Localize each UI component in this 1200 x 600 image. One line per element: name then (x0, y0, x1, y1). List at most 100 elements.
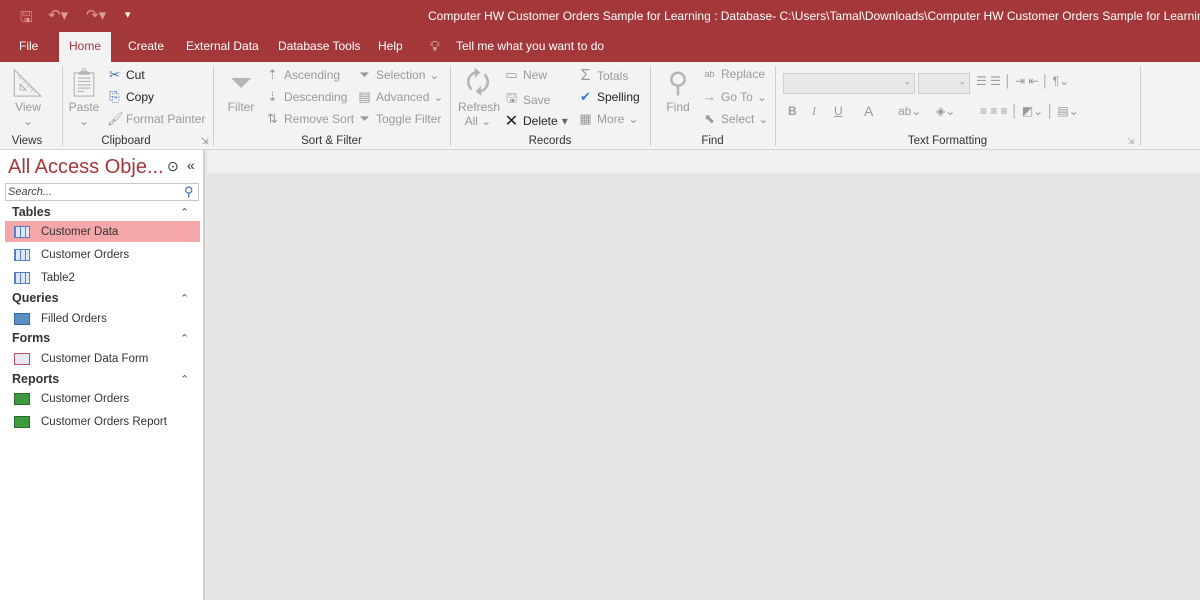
collapse-chevron-icon[interactable]: ⌃ (180, 206, 189, 219)
group-label-views: Views (11, 135, 43, 147)
toggle-filter-button[interactable]: ⏷ Toggle Filter (357, 111, 441, 127)
dialog-launcher-icon[interactable]: ⇲ (201, 136, 209, 147)
italic-button[interactable]: I (812, 104, 816, 119)
collapse-chevron-icon[interactable]: ⌃ (180, 292, 189, 305)
nav-item-customer-orders-report[interactable]: Customer Orders (5, 388, 200, 409)
navigation-pane: All Access Obje... ⊙ « Search... ⚲ Table… (0, 150, 205, 600)
font-name-select[interactable]: ⌄ (783, 73, 915, 94)
totals-label: Totals (597, 69, 629, 83)
remove-sort-button[interactable]: ⇅ Remove Sort (265, 111, 354, 127)
table-icon (14, 225, 30, 238)
tab-home[interactable]: Home (59, 32, 112, 62)
filter-button[interactable]: ⏷ Filter (222, 66, 260, 114)
refresh-all-button[interactable]: 🗘 Refresh All ⌄ (458, 66, 500, 128)
bullets-icon[interactable]: ☰ ☰ │ ⇥ ⇤ │ ¶⌄ (976, 74, 1069, 88)
save-record-button[interactable]: 🖫 Save (504, 89, 550, 111)
tab-external-data[interactable]: External Data (176, 32, 269, 62)
document-tab-strip (207, 150, 1200, 173)
tab-create[interactable]: Create (118, 32, 174, 62)
find-button[interactable]: ⚲ Find (660, 66, 696, 114)
query-icon (14, 312, 30, 325)
search-icon[interactable]: ⚲ (184, 184, 194, 200)
nav-item-label: Customer Orders (41, 392, 130, 405)
nav-item-customer-orders-table[interactable]: Customer Orders (5, 244, 200, 265)
align-icons[interactable]: ≡ ≡ ≡ │ ◩⌄ │ ▤⌄ (980, 104, 1079, 118)
tell-me-search[interactable]: Tell me what you want to do (446, 32, 614, 62)
underline-button[interactable]: U (834, 104, 843, 118)
cut-label: Cut (126, 68, 145, 82)
delete-button[interactable]: ✕ Delete ▾ (504, 111, 568, 131)
divider (62, 66, 63, 146)
totals-button[interactable]: Σ Totals (578, 67, 629, 85)
format-painter-button[interactable]: 🖌︎ Format Painter (107, 111, 205, 127)
window-title: Computer HW Customer Orders Sample for L… (428, 9, 1200, 23)
copy-icon: ⎘ (109, 89, 120, 104)
spelling-button[interactable]: ✔ Spelling (578, 89, 640, 105)
ribbon: 📐︎ View ⌄ Views 📋︎ Paste ⌄ ✂ Cut ⎘ Copy 🖌︎ Form… (0, 62, 1200, 150)
nav-pane-title[interactable]: All Access Obje... (8, 156, 164, 179)
category-reports[interactable]: Reports (12, 372, 59, 386)
highlight-icon[interactable]: ab⌄ (898, 104, 921, 118)
category-forms[interactable]: Forms (12, 331, 50, 345)
nav-item-filled-orders-query[interactable]: Filled Orders (5, 308, 200, 329)
magnifier-icon: ⚲ (667, 67, 689, 98)
funnel-icon: ⏷ (229, 67, 253, 98)
group-label-clipboard: Clipboard (101, 135, 151, 147)
nav-item-label: Customer Data Form (41, 352, 149, 365)
save-icon: 🖫 (505, 90, 518, 105)
refresh-icon: 🗘 (465, 67, 491, 98)
more-label: More (597, 112, 625, 126)
redo-icon[interactable]: ↷▾ (86, 6, 106, 24)
nav-item-label: Customer Orders Report (41, 415, 167, 428)
nav-item-customer-data-form[interactable]: Customer Data Form (5, 348, 200, 369)
collapse-pane-icon[interactable]: « (187, 157, 195, 173)
category-tables[interactable]: Tables (12, 205, 51, 219)
cut-button[interactable]: ✂ Cut (107, 67, 145, 83)
nav-item-label: Customer Orders (41, 248, 130, 261)
selection-button[interactable]: ⏷ Selection ⌄ (357, 67, 439, 83)
table-icon (14, 271, 30, 284)
collapse-chevron-icon[interactable]: ⌃ (180, 332, 189, 345)
goto-button[interactable]: → Go To ⌄ (702, 89, 767, 104)
more-icon: ▦ (579, 111, 592, 126)
nav-menu-dropdown-icon[interactable]: ⊙ (167, 158, 179, 175)
copy-button[interactable]: ⎘ Copy (107, 89, 154, 105)
view-label: View (15, 100, 41, 114)
divider (1140, 66, 1141, 146)
paste-button[interactable]: 📋︎ Paste ⌄ (66, 66, 102, 128)
font-color-button[interactable]: A (864, 103, 873, 119)
save-icon[interactable]: 🖫 (20, 7, 33, 32)
divider (650, 66, 651, 146)
category-queries[interactable]: Queries (12, 291, 59, 305)
tab-file[interactable]: File (9, 32, 48, 62)
ascending-label: Ascending (284, 68, 341, 82)
more-button[interactable]: ▦ More ⌄ (578, 111, 638, 127)
paintbrush-icon: 🖌︎ (107, 111, 124, 126)
descending-button[interactable]: ⇣ Descending (265, 89, 347, 105)
divider (775, 66, 776, 146)
view-button[interactable]: 📐︎ View ⌄ (8, 66, 48, 128)
nav-item-table2[interactable]: Table2 (5, 267, 200, 288)
toggle-filter-icon: ⏷ (359, 111, 370, 126)
descending-label: Descending (284, 90, 348, 104)
customize-toolbar-icon[interactable]: ▾ (125, 8, 131, 21)
replace-button[interactable]: ab Replace (702, 67, 765, 81)
new-record-button[interactable]: ▭ New (504, 67, 547, 83)
collapse-chevron-icon[interactable]: ⌃ (180, 373, 189, 386)
spelling-check-icon: ✔ (580, 89, 591, 104)
font-size-select[interactable]: ⌄ (918, 73, 970, 94)
selection-label: Selection (376, 68, 426, 82)
nav-search-input[interactable]: Search... (5, 183, 199, 201)
nav-item-customer-orders-report-2[interactable]: Customer Orders Report (5, 411, 200, 432)
bold-button[interactable]: B (788, 104, 797, 118)
undo-icon[interactable]: ↶▾ (48, 6, 68, 24)
advanced-button[interactable]: ▤ Advanced ⌄ (357, 89, 443, 105)
dialog-launcher-icon[interactable]: ⇲ (1127, 136, 1135, 147)
tab-help[interactable]: Help (368, 32, 413, 62)
tab-database-tools[interactable]: Database Tools (268, 32, 371, 62)
select-button[interactable]: ⬉ Select ⌄ (702, 111, 768, 127)
nav-item-customer-data-table[interactable]: Customer Data (5, 221, 200, 242)
fill-color-icon[interactable]: ◈⌄ (936, 104, 955, 118)
delete-label: Delete (523, 114, 558, 128)
ascending-button[interactable]: ⇡ Ascending (265, 67, 340, 83)
